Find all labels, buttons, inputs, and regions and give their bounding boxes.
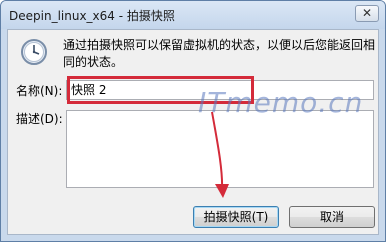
red-arrow-annotation	[211, 111, 229, 198]
window-title: Deepin_linux_x64 - 拍摄快照	[9, 9, 175, 23]
name-label: 名称(N):	[16, 84, 63, 98]
dialog-body: 通过拍摄快照可以保留虚拟机的状态，以便以后您能返回相同的状态。 名称(N): 快…	[7, 29, 379, 235]
cancel-button[interactable]: 取消	[289, 206, 375, 228]
clock-icon	[21, 39, 47, 65]
close-button[interactable]: ✕	[355, 5, 379, 22]
description-label: 描述(D):	[16, 112, 63, 126]
dialog-window: Deepin_linux_x64 - 拍摄快照 ✕ 通过拍摄快照可以保留虚拟机的…	[0, 0, 386, 242]
title-bar[interactable]: Deepin_linux_x64 - 拍摄快照 ✕	[1, 1, 385, 29]
take-snapshot-button[interactable]: 拍摄快照(T)	[193, 206, 279, 228]
dialog-description: 通过拍摄快照可以保留虚拟机的状态，以便以后您能返回相同的状态。	[63, 38, 376, 69]
